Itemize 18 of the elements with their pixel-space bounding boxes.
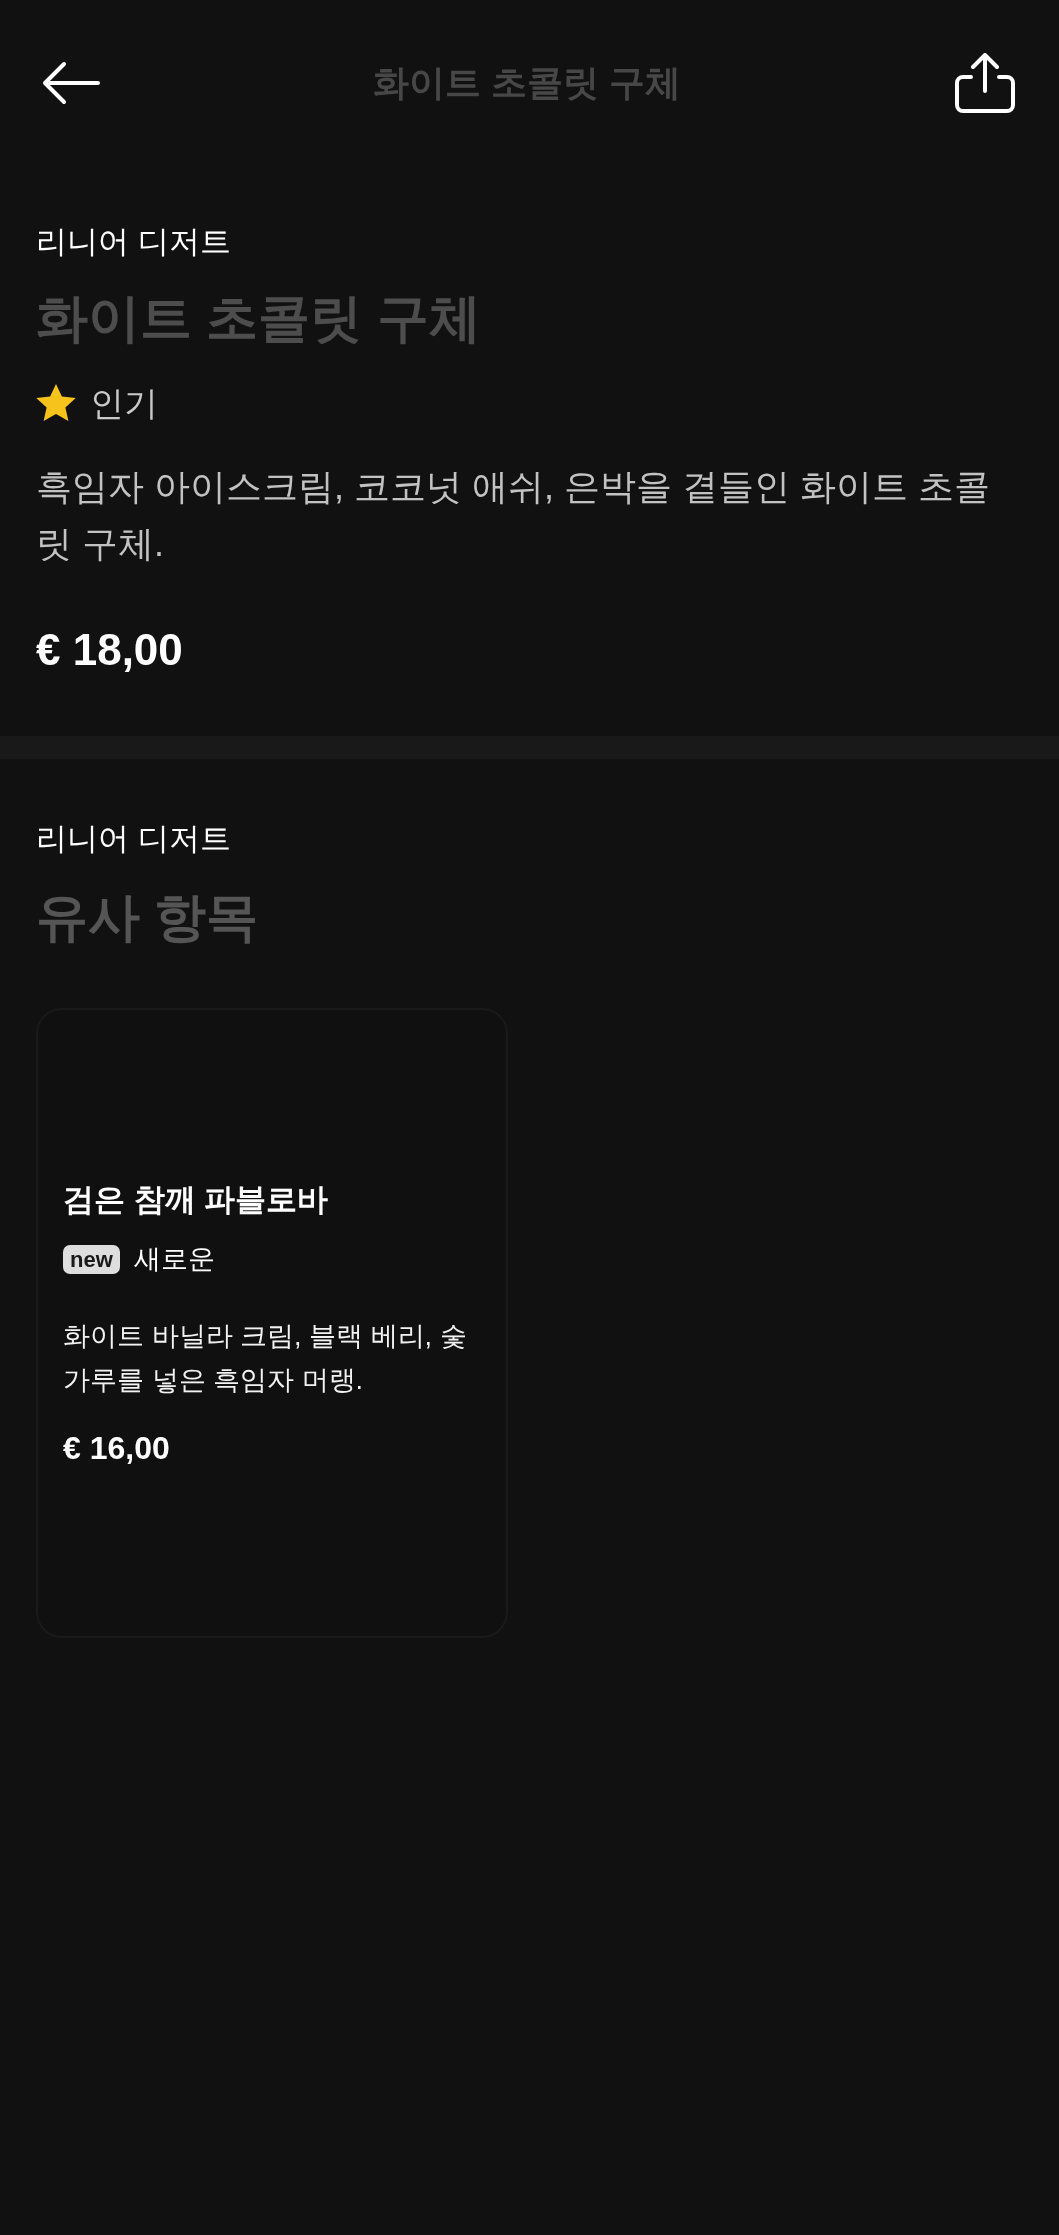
section-title: 유사 항목 (36, 887, 260, 947)
new-tag: new (63, 1244, 120, 1274)
share-button[interactable] (955, 53, 1015, 113)
back-button[interactable] (40, 59, 102, 107)
share-icon (955, 53, 1015, 113)
product-card[interactable]: 검은 참깨 파블로바 new 새로운 화이트 바닐라 크림, 블랙 베리, 숯 가루를 넣은 흑임자 머랭. € 16,00 (36, 1008, 508, 1638)
product-price: € 18,00 (36, 624, 184, 676)
card-title: 검은 참깨 파블로바 (63, 1181, 330, 1219)
product-title: 화이트 초콜릿 구체 (36, 288, 482, 348)
badge-label: 새로운 (133, 1243, 215, 1276)
product-description: 흑임자 아이스크림, 코코넛 애쉬, 은박을 곁들인 화이트 초콜릿 구체. (36, 465, 992, 566)
badge-label: 인기 (90, 383, 158, 424)
category-label: 리니어 디저트 (36, 820, 232, 858)
card-price: € 16,00 (63, 1429, 171, 1467)
star-icon (36, 384, 76, 422)
card-description: 화이트 바닐라 크림, 블랙 베리, 숯 가루를 넣은 흑임자 머랭. (63, 1320, 468, 1397)
category-label: 리니어 디저트 (36, 223, 232, 261)
back-arrow-icon (42, 61, 100, 105)
